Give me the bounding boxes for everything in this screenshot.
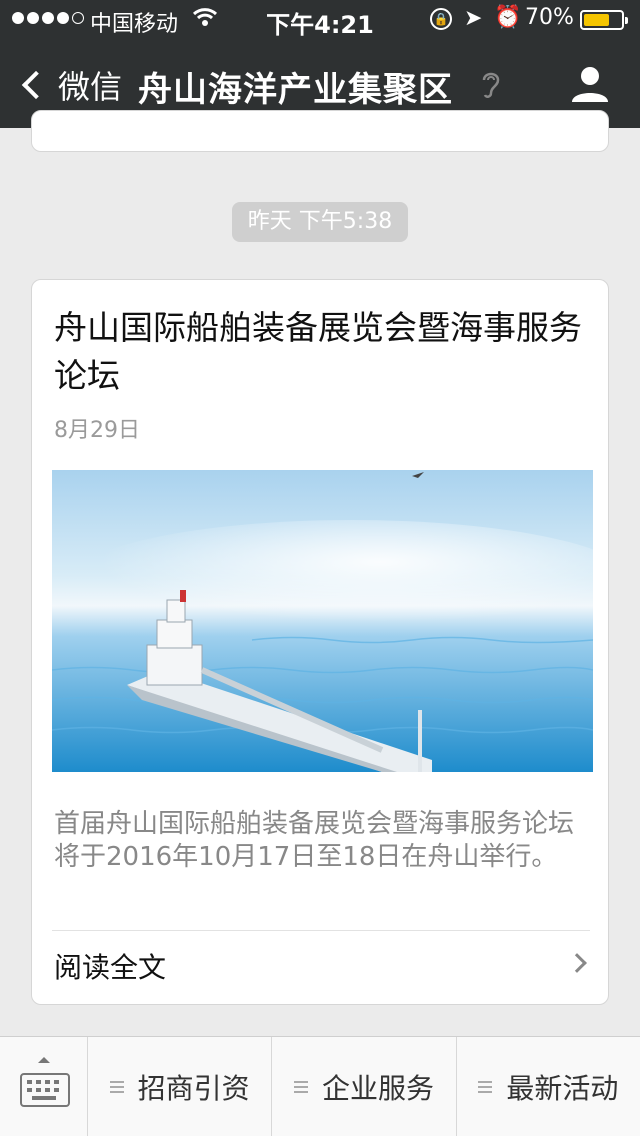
- menu-item-enterprise-services[interactable]: 企业服务: [272, 1037, 457, 1136]
- battery-icon: [580, 10, 628, 30]
- article-card[interactable]: 舟山国际船舶装备展览会暨海事服务论坛 8月29日 首届舟山国际船舶装备展览会暨海…: [31, 279, 609, 1005]
- chevron-left-icon: [21, 70, 51, 100]
- back-label: 微信: [58, 68, 123, 106]
- menu-item-label: 最新活动: [506, 1072, 619, 1105]
- page-title: 舟山海洋产业集聚区: [138, 70, 453, 110]
- read-more-link[interactable]: 阅读全文: [54, 946, 166, 986]
- alarm-clock-icon: ⏰: [494, 5, 522, 30]
- back-button[interactable]: 微信: [18, 62, 122, 108]
- chevron-right-icon: [567, 953, 587, 973]
- article-description: 首届舟山国际船舶装备展览会暨海事服务论坛将于2016年10月17日至18日在舟山…: [54, 809, 575, 872]
- menu-item-investment[interactable]: 招商引资: [88, 1037, 273, 1136]
- keyboard-toggle-button[interactable]: [0, 1037, 88, 1136]
- menu-item-label: 招商引资: [137, 1072, 250, 1105]
- profile-icon[interactable]: [570, 64, 610, 104]
- keyboard-icon: [20, 1073, 70, 1107]
- status-bar: 中国移动 下午4:21 🔒 ➤ ⏰ 70%: [0, 0, 640, 40]
- article-title: 舟山国际船舶装备展览会暨海事服务论坛: [54, 308, 582, 395]
- caret-up-icon: [38, 1057, 50, 1063]
- article-cover-image: [52, 470, 593, 772]
- menu-lines-icon: [293, 1081, 308, 1093]
- earpiece-mode-icon: [482, 72, 500, 98]
- menu-item-label: 企业服务: [321, 1072, 434, 1105]
- menu-item-latest-events[interactable]: 最新活动: [457, 1037, 640, 1136]
- card-divider: [52, 930, 590, 931]
- previous-message-card[interactable]: [31, 110, 609, 152]
- top-bar: 中国移动 下午4:21 🔒 ➤ ⏰ 70% 微信 舟山海洋产业集聚区: [0, 0, 640, 128]
- menu-lines-icon: [109, 1081, 124, 1093]
- message-timestamp: 昨天 下午5:38: [232, 202, 408, 242]
- article-date: 8月29日: [54, 418, 140, 443]
- rotation-lock-icon: 🔒: [430, 8, 452, 30]
- bottom-menu-bar: 招商引资 企业服务 最新活动: [0, 1036, 640, 1136]
- menu-lines-icon: [478, 1081, 493, 1093]
- battery-percent: 70%: [525, 5, 574, 30]
- location-arrow-icon: ➤: [464, 6, 483, 31]
